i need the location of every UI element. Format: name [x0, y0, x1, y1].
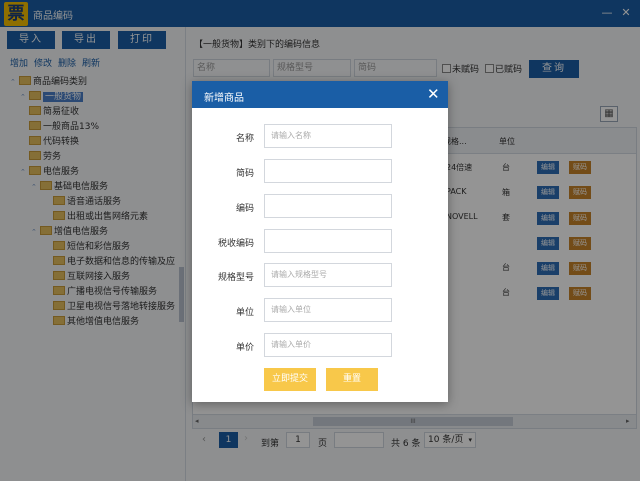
tax-code-input[interactable] [264, 229, 392, 253]
submit-button[interactable]: 立即提交 [264, 368, 316, 391]
code-input[interactable] [264, 194, 392, 218]
code-label: 编码 [235, 204, 254, 214]
abbr-input[interactable] [264, 159, 392, 183]
name-label: 名称 [235, 134, 254, 144]
price-label: 单价 [235, 343, 254, 353]
abbr-label: 简码 [235, 169, 254, 179]
unit-input[interactable]: 请输入单位 [264, 298, 392, 322]
add-product-dialog: 新增商品 ✕ 名称 请输入名称 简码 编码 税收编码 规格型号 请输入规格型号 … [192, 81, 448, 402]
dialog-title: 新增商品 [204, 93, 244, 104]
close-icon[interactable]: ✕ [427, 85, 440, 103]
spec-label: 规格型号 [217, 273, 254, 283]
tax-code-label: 税收编码 [217, 239, 254, 249]
spec-input[interactable]: 请输入规格型号 [264, 263, 392, 287]
price-input[interactable]: 请输入单价 [264, 333, 392, 357]
reset-button[interactable]: 重置 [326, 368, 378, 391]
unit-label: 单位 [235, 308, 254, 318]
name-input[interactable]: 请输入名称 [264, 124, 392, 148]
dialog-header: 新增商品 ✕ [192, 81, 448, 108]
